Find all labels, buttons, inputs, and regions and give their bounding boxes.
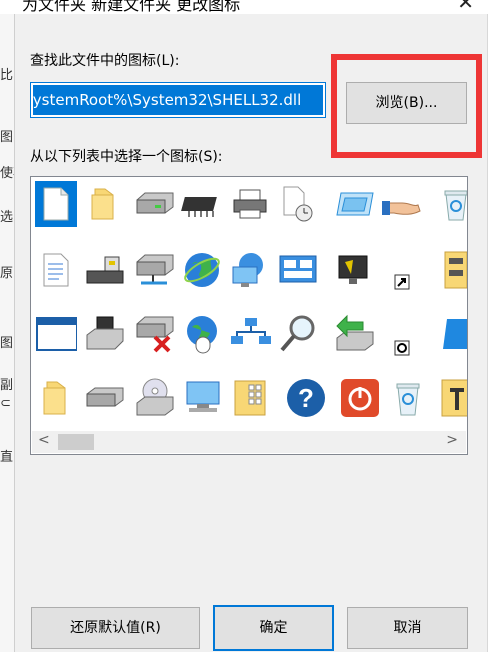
icon-list-label: 从以下列表中选择一个图标(S): xyxy=(30,149,223,165)
cd-drive-icon[interactable] xyxy=(133,375,175,421)
text-document-icon[interactable] xyxy=(35,247,77,293)
scroll-thumb[interactable] xyxy=(58,434,94,450)
find-icons-label: 查找此文件中的图标(L): xyxy=(30,53,180,69)
printer-icon[interactable] xyxy=(229,181,271,227)
tower-icon[interactable] xyxy=(435,247,467,293)
globe-monitor-icon[interactable] xyxy=(229,247,271,293)
floppy-drive-icon[interactable] xyxy=(83,311,125,357)
folder-small-icon[interactable] xyxy=(35,375,77,421)
globe-icon[interactable] xyxy=(181,247,223,293)
power-small-icon[interactable] xyxy=(381,325,423,371)
bg-fragment: 使石 xyxy=(0,166,14,181)
help-icon[interactable]: ? xyxy=(285,375,327,421)
ok-button[interactable]: 确定 xyxy=(213,605,334,651)
drive-icon[interactable] xyxy=(133,181,175,227)
tools-icon[interactable] xyxy=(435,375,467,421)
bg-fragment: 原 xyxy=(0,266,14,281)
grid-document-icon[interactable] xyxy=(229,375,271,421)
shortcut-arrow-icon[interactable] xyxy=(381,259,423,305)
bg-fragment: 图 xyxy=(0,336,14,351)
magnifier-icon[interactable] xyxy=(277,311,319,357)
window-icon[interactable] xyxy=(333,181,375,227)
bg-fragment: 直 xyxy=(0,450,14,465)
window-title: 为文件夹 新建文件夹 更改图标 xyxy=(22,0,241,14)
folder-icon[interactable] xyxy=(83,181,125,227)
background-window-strip: 比 图 使石 选 原 图 副 ⊂ 直 xyxy=(0,14,15,652)
svg-text:?: ? xyxy=(298,383,314,413)
bg-fragment: 选 xyxy=(0,210,14,225)
monitor-shortcut-icon[interactable] xyxy=(333,247,375,293)
computer-printer-icon[interactable] xyxy=(83,247,125,293)
blue-square-icon[interactable] xyxy=(435,311,467,357)
chip-icon[interactable] xyxy=(181,181,223,227)
network-drive-icon[interactable] xyxy=(133,247,175,293)
app-window-icon[interactable] xyxy=(35,311,77,357)
background-window-strip-right xyxy=(487,14,500,652)
scroll-right-icon[interactable]: > xyxy=(446,432,458,448)
restore-default-button[interactable]: 还原默认值(R) xyxy=(31,607,200,649)
hard-drive-icon[interactable] xyxy=(83,375,125,421)
bg-fragment: 图 xyxy=(0,130,14,145)
path-input-value: %SystemRoot%\System32\SHELL32.dll xyxy=(31,85,323,115)
cancel-button[interactable]: 取消 xyxy=(347,607,468,649)
bg-fragment: ⊂ xyxy=(0,396,11,411)
bg-fragment: 副 xyxy=(0,378,14,393)
horizontal-scrollbar[interactable]: < > xyxy=(32,431,466,453)
recycle-empty-icon[interactable] xyxy=(387,375,429,421)
clock-document-icon[interactable] xyxy=(277,181,319,227)
network-icon[interactable] xyxy=(229,311,271,357)
desktop-icon[interactable] xyxy=(181,375,223,421)
highlight-annotation xyxy=(331,54,482,158)
disconnected-drive-icon[interactable] xyxy=(133,311,175,357)
close-icon[interactable]: ✕ xyxy=(457,0,474,14)
globe-mouse-icon[interactable] xyxy=(181,311,223,357)
icon-list[interactable]: ? < > xyxy=(30,176,468,455)
bg-fragment: 比 xyxy=(0,68,14,83)
power-icon[interactable] xyxy=(339,375,381,421)
blank-file-icon[interactable] xyxy=(35,181,77,227)
icon-file-path-input[interactable]: %SystemRoot%\System32\SHELL32.dll xyxy=(30,82,326,118)
title-bar: 为文件夹 新建文件夹 更改图标 ✕ xyxy=(0,0,500,14)
recycle-bin-icon[interactable] xyxy=(435,181,467,227)
green-arrow-drive-icon[interactable] xyxy=(333,311,375,357)
hand-share-icon[interactable] xyxy=(381,181,423,227)
scroll-left-icon[interactable]: < xyxy=(38,432,50,448)
control-panel-icon[interactable] xyxy=(277,247,319,293)
